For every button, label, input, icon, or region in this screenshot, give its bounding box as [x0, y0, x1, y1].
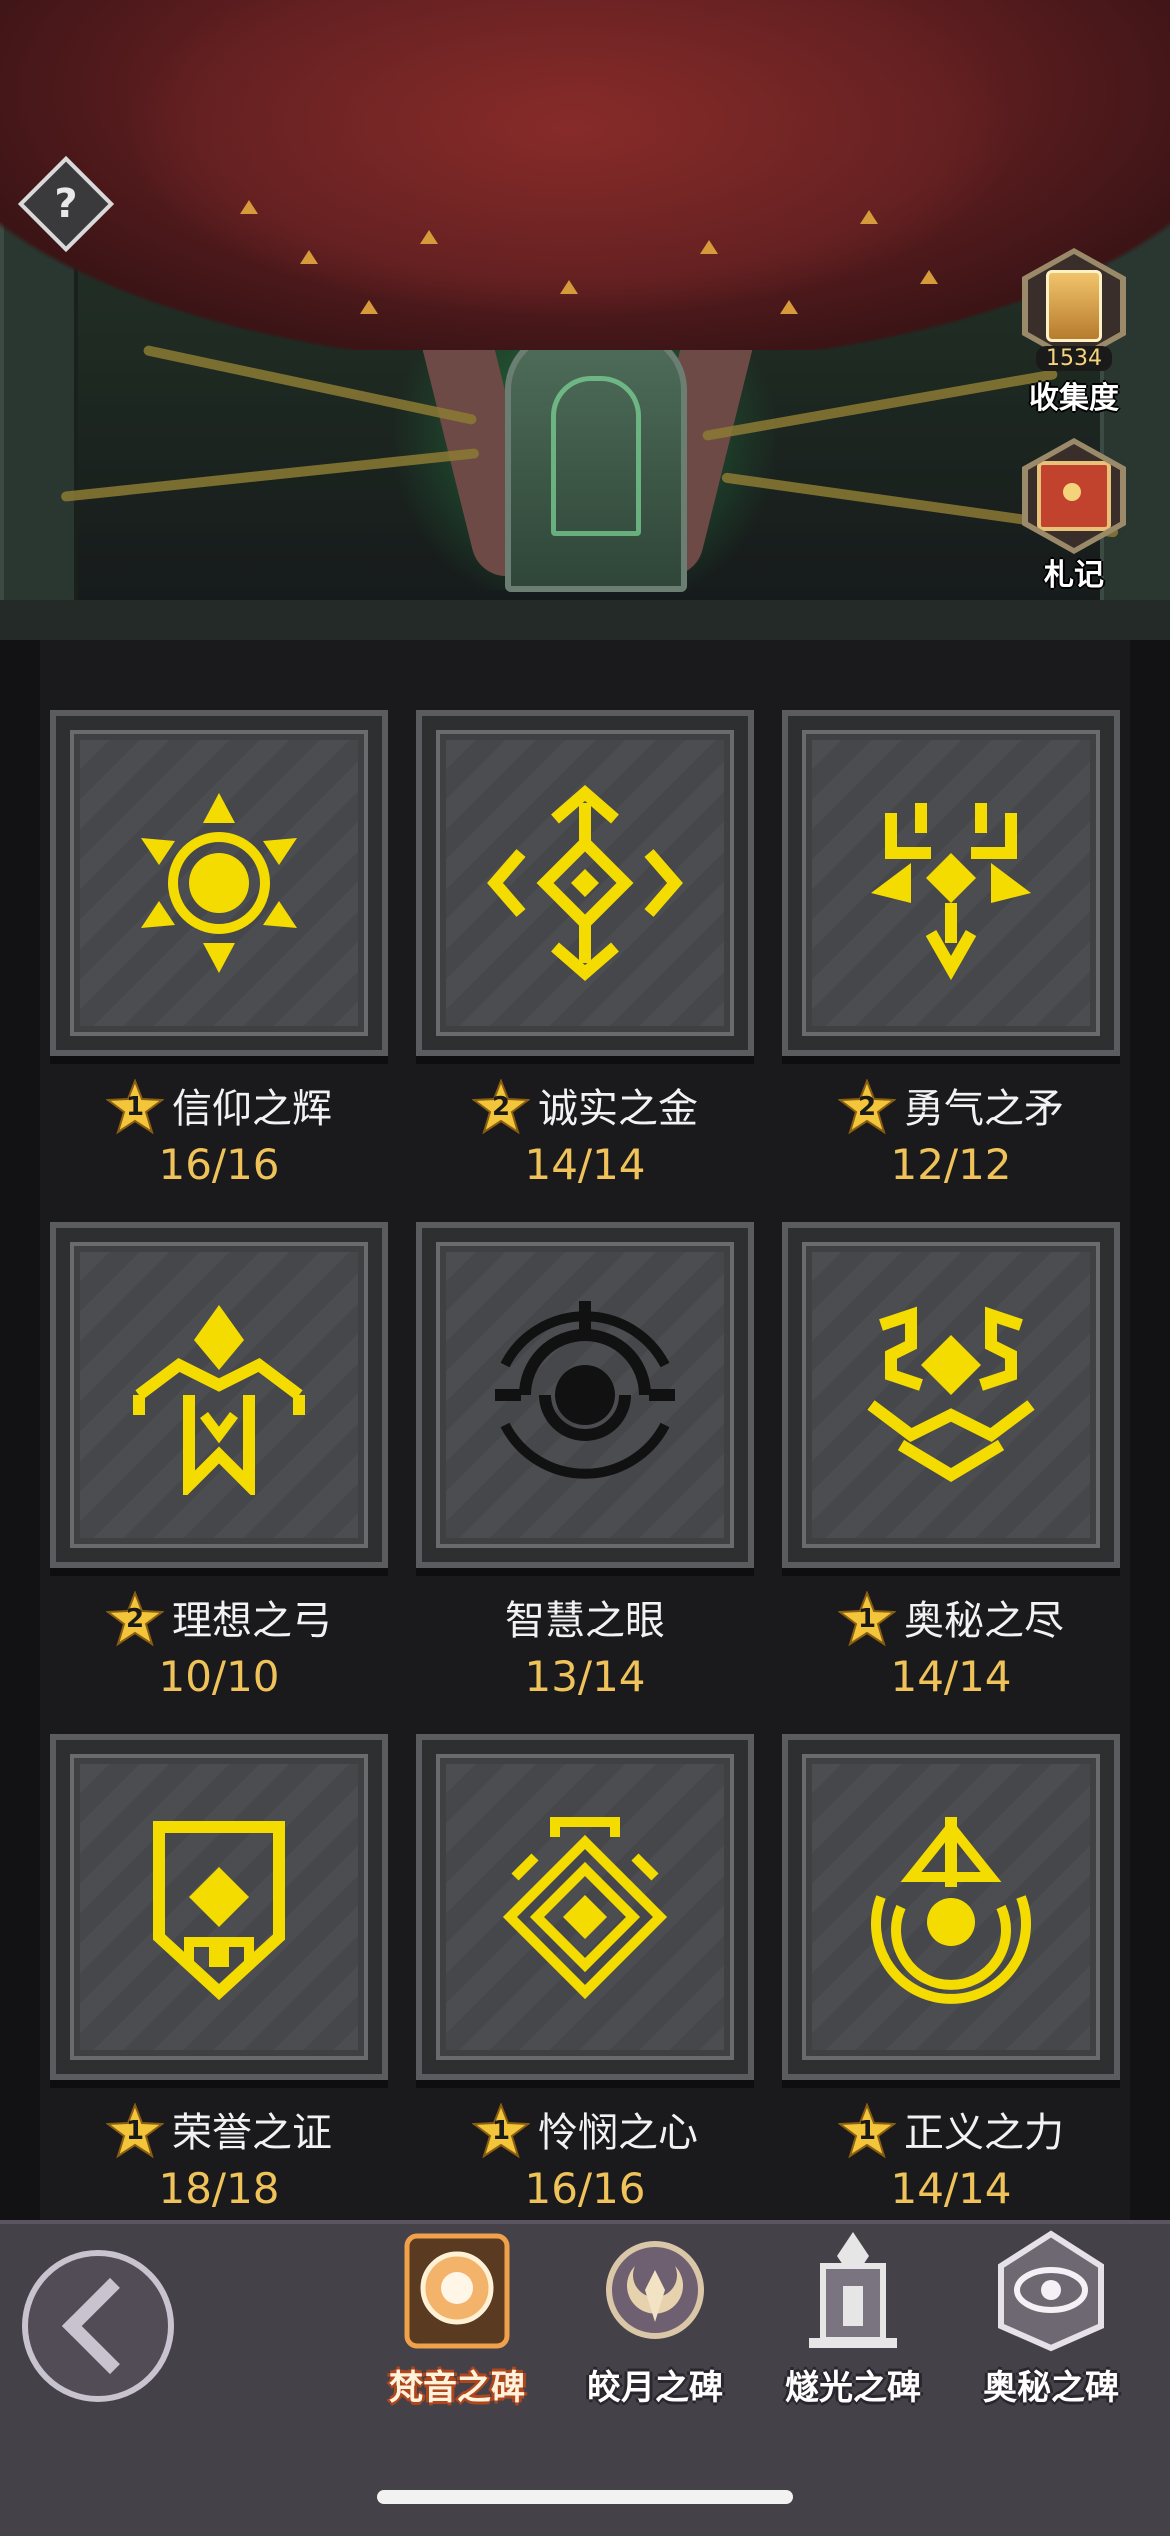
- tile-progress: 16/16: [158, 1140, 280, 1189]
- tile-mystery[interactable]: [782, 1222, 1120, 1568]
- tile-name-ideal: 2 理想之弓: [50, 1588, 388, 1651]
- star-rank-icon: 1: [838, 2103, 896, 2159]
- tab-sanskrit-stele[interactable]: 梵音之碑: [362, 2226, 552, 2409]
- back-button[interactable]: [22, 2250, 174, 2402]
- help-icon: ?: [54, 181, 78, 227]
- star-rank-icon: 1: [838, 1591, 896, 1647]
- tile-faith[interactable]: [50, 710, 388, 1056]
- layered-diamond-symbol-icon: [502, 1817, 668, 2000]
- tile-progress: 18/18: [158, 2164, 280, 2213]
- collection-label: 收集度: [1029, 381, 1119, 416]
- star-rank-icon: 1: [472, 2103, 530, 2159]
- tile-wisdom[interactable]: [416, 1222, 754, 1568]
- tile-name-justice: 1 正义之力: [782, 2100, 1120, 2163]
- tile-name-mercy: 1 怜悯之心: [416, 2100, 754, 2163]
- arrow-symbol-icon: [133, 1305, 305, 1495]
- collection-count: 1534: [1036, 346, 1112, 371]
- tile-name-mystery: 1 奥秘之尽: [782, 1588, 1120, 1651]
- forest-shrine-scene: [0, 0, 1170, 640]
- tile-name-faith: 1 信仰之辉: [50, 1076, 388, 1139]
- star-rank-icon: 2: [472, 1079, 530, 1135]
- tile-mercy[interactable]: [416, 1734, 754, 2080]
- tile-name-honesty: 2 诚实之金: [416, 1076, 754, 1139]
- tile-name-honor: 1 荣誉之证: [50, 2100, 388, 2163]
- tile-progress: 10/10: [158, 1652, 280, 1701]
- crown-symbol-icon: [867, 1306, 1035, 1482]
- journal-button[interactable]: 札记: [1010, 438, 1138, 594]
- tile-name-wisdom: 智慧之眼: [505, 1598, 665, 1644]
- tab-flint-light-stele[interactable]: 燧光之碑: [758, 2226, 948, 2409]
- tile-progress: 14/14: [524, 1140, 646, 1189]
- shrine-door: [505, 330, 687, 592]
- tile-ideal[interactable]: [50, 1222, 388, 1568]
- tab-label: 奥秘之碑: [983, 2368, 1119, 2408]
- collection-button[interactable]: 1534 收集度: [1010, 248, 1138, 417]
- tile-honesty[interactable]: [416, 710, 754, 1056]
- tile-progress: 16/16: [524, 2164, 646, 2213]
- tile-honor[interactable]: [50, 1734, 388, 2080]
- back-arrow-icon: [61, 2277, 159, 2375]
- book-icon: [1037, 461, 1111, 531]
- tab-mystery-stele[interactable]: 奥秘之碑: [956, 2226, 1146, 2409]
- tower-emblem-icon: [793, 2226, 913, 2356]
- journal-label: 札记: [1044, 558, 1104, 593]
- tile-courage[interactable]: [782, 710, 1120, 1056]
- star-rank-icon: 2: [106, 1591, 164, 1647]
- orb-symbol-icon: [871, 1817, 1031, 2004]
- card-icon: [1046, 270, 1102, 342]
- tile-progress: 14/14: [890, 1652, 1012, 1701]
- sanskrit-emblem-icon: [397, 2226, 517, 2356]
- eye-emblem-icon: [991, 2226, 1111, 2356]
- tile-progress: 12/12: [890, 1140, 1012, 1189]
- journal-badge-frame: [1022, 438, 1126, 554]
- home-indicator[interactable]: [377, 2490, 793, 2504]
- eye-symbol-icon: [495, 1301, 675, 1479]
- tab-label: 皎月之碑: [587, 2368, 723, 2408]
- tile-justice[interactable]: [782, 1734, 1120, 2080]
- tile-progress: 13/14: [524, 1652, 646, 1701]
- diamond-cross-symbol-icon: [487, 785, 683, 981]
- trident-symbol-icon: [871, 803, 1031, 981]
- moon-emblem-icon: [595, 2226, 715, 2356]
- tab-label: 燧光之碑: [785, 2368, 921, 2408]
- tab-moon-stele[interactable]: 皎月之碑: [560, 2226, 750, 2409]
- shield-symbol-icon: [153, 1821, 285, 2001]
- star-rank-icon: 2: [838, 1079, 896, 1135]
- star-rank-icon: 1: [106, 1079, 164, 1135]
- star-rank-icon: 1: [106, 2103, 164, 2159]
- tile-progress: 14/14: [890, 2164, 1012, 2213]
- tile-name-courage: 2 勇气之矛: [782, 1076, 1120, 1139]
- sun-symbol-icon: [141, 793, 297, 973]
- tab-label: 梵音之碑: [389, 2368, 525, 2408]
